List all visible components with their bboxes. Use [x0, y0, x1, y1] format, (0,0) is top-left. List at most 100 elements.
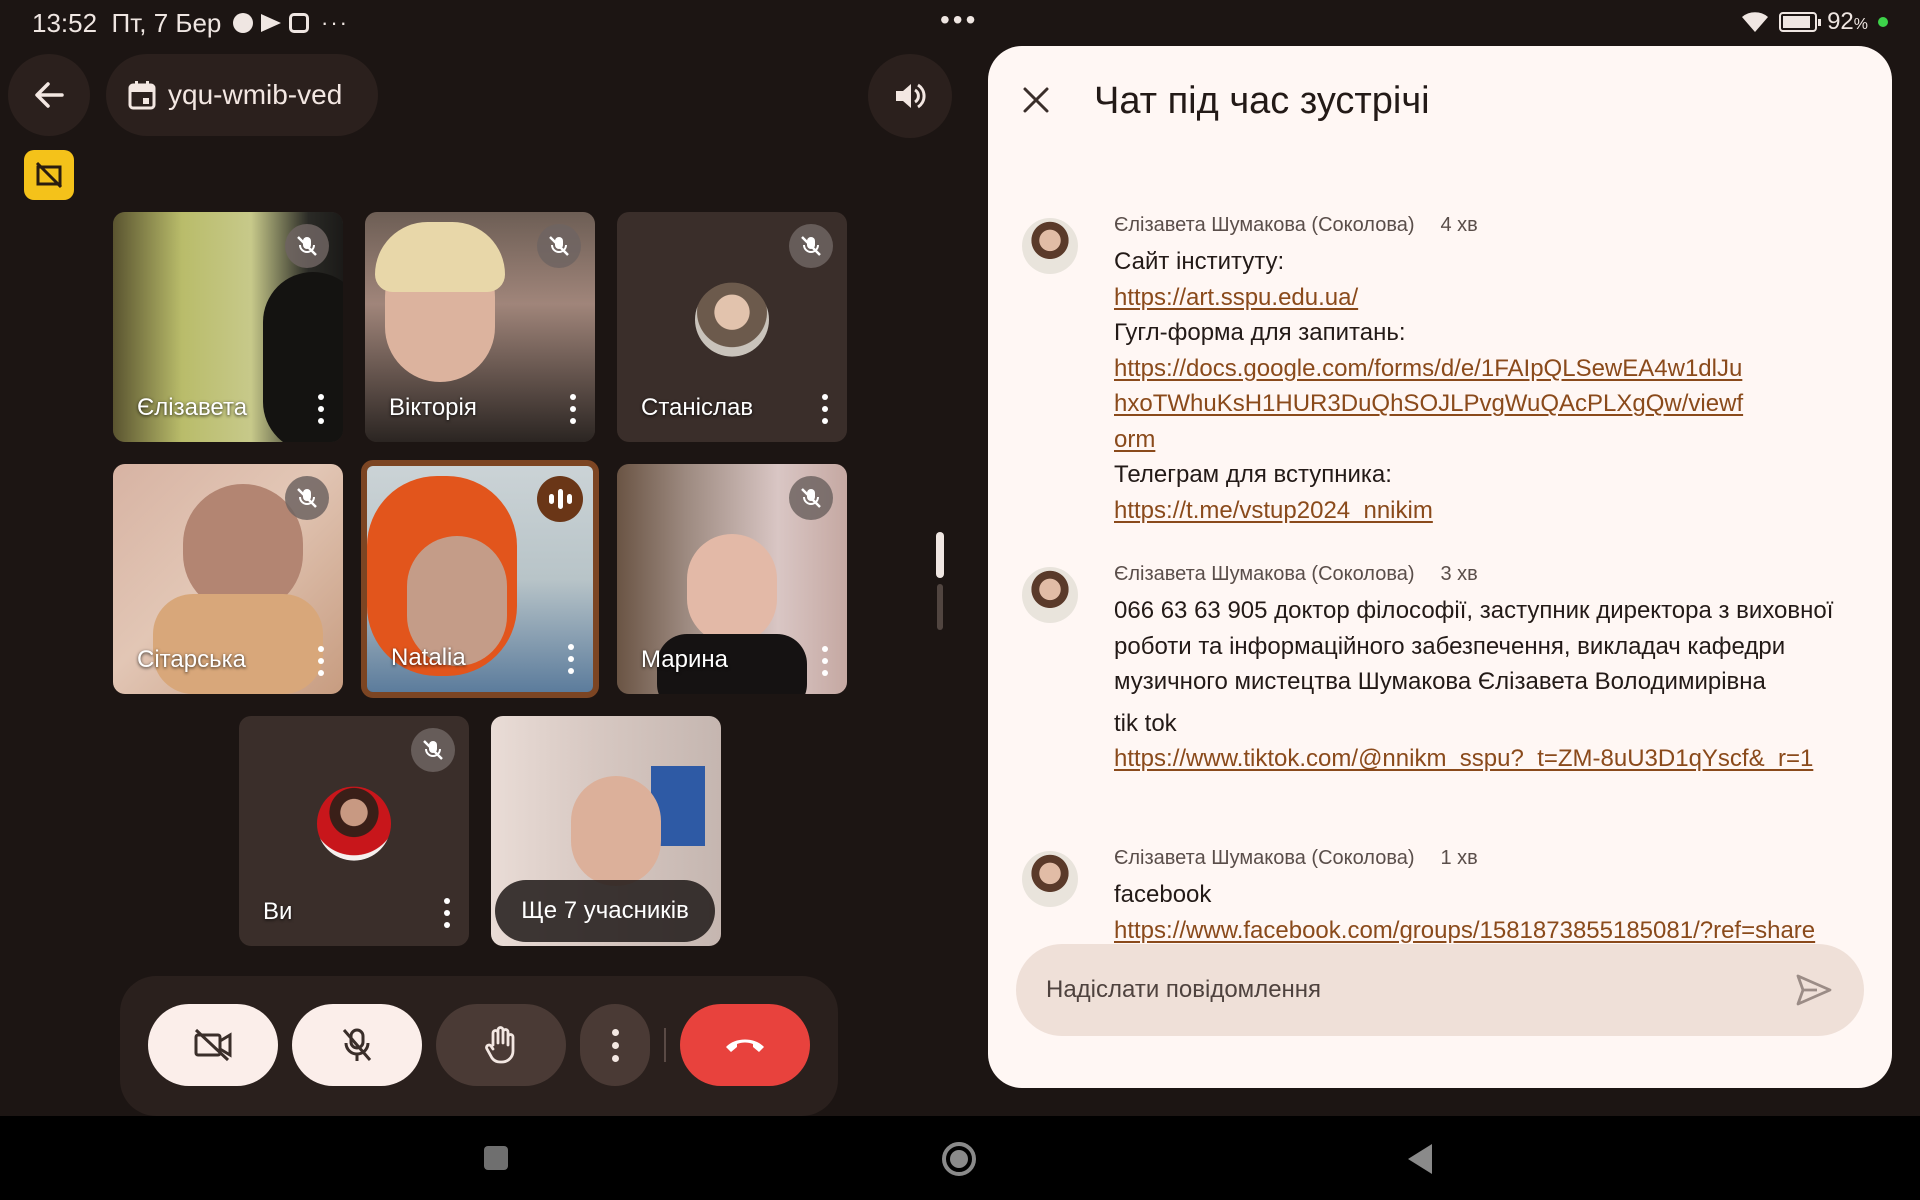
arrow-left-icon — [35, 82, 64, 108]
message-meta: Єлізавета Шумакова (Соколова) 3 хв — [1114, 563, 1478, 585]
chat-title: Чат під час зустрічі — [1094, 80, 1430, 122]
participant-tile[interactable]: Станіслав — [617, 212, 847, 442]
status-time-date: 13:52 Пт, 7 Бер — [32, 8, 222, 38]
participant-name: Natalia — [391, 644, 466, 671]
message-body: Сайт інституту: https://art.sspu.edu.ua/… — [1114, 244, 1854, 528]
status-bar: 13:52 Пт, 7 Бер ··· ••• 92% — [0, 0, 1920, 44]
avatar — [1022, 851, 1078, 907]
camera-toggle-button[interactable] — [148, 1004, 278, 1086]
message-text: Гугл-форма для запитань: — [1114, 319, 1406, 346]
message-text: facebook — [1114, 881, 1212, 908]
participant-name: Сітарська — [137, 646, 246, 673]
microphone-toggle-button[interactable] — [292, 1004, 422, 1086]
more-participants-label: Ще 7 учасників — [495, 880, 715, 942]
message-link[interactable]: https://art.sspu.edu.ua/ — [1114, 280, 1854, 316]
message-link[interactable]: https://www.facebook.com/groups/15818738… — [1114, 913, 1854, 949]
video-figure — [263, 272, 343, 442]
muted-mic-icon — [285, 224, 329, 268]
participant-name: Станіслав — [641, 394, 754, 421]
speaking-indicator-icon — [537, 476, 583, 522]
more-participants-tile[interactable]: Ще 7 учасників — [491, 716, 721, 946]
system-indicators: 92% — [1741, 8, 1888, 36]
chat-messages-list[interactable]: Єлізавета Шумакова (Соколова) 4 хв Сайт і… — [988, 166, 1892, 976]
muted-mic-icon — [285, 476, 329, 520]
participant-name: Ви — [263, 898, 293, 925]
back-nav-button[interactable] — [1408, 1144, 1432, 1174]
more-vert-icon — [611, 1028, 619, 1062]
messenger-icon — [233, 13, 253, 33]
avatar — [317, 786, 391, 861]
message-link[interactable]: https://t.me/vstup2024_nnikim — [1114, 493, 1854, 529]
more-notifications-indicator: ··· — [321, 10, 349, 35]
multiwindow-handle[interactable]: ••• — [940, 4, 978, 36]
message-body: 066 63 63 905 доктор філософії, заступни… — [1114, 593, 1854, 777]
instagram-icon — [289, 13, 309, 33]
in-call-chat-panel: Чат під час зустрічі Єлізавета Шумакова … — [988, 46, 1892, 1088]
hang-up-icon — [726, 1039, 764, 1052]
raise-hand-button[interactable] — [436, 1004, 566, 1086]
message-link[interactable]: https://docs.google.com/forms/d/e/1FAIpQ… — [1114, 351, 1744, 458]
hand-icon — [485, 1026, 515, 1064]
wifi-icon — [1741, 11, 1769, 33]
participant-name: Вікторія — [389, 394, 477, 421]
mic-off-icon — [342, 1028, 372, 1061]
no-video-icon — [35, 161, 63, 189]
close-chat-button[interactable] — [1016, 80, 1056, 120]
message-text: 066 63 63 905 доктор філософії, заступни… — [1114, 597, 1834, 695]
battery-percent: 92% — [1827, 8, 1868, 35]
close-icon — [1023, 87, 1049, 113]
battery-icon — [1779, 12, 1822, 32]
video-face — [571, 776, 661, 886]
recents-button[interactable] — [484, 1146, 508, 1170]
participant-name: Єлізавета — [137, 394, 248, 421]
message-link[interactable]: https://www.tiktok.com/@nnikm_sspu?_t=ZM… — [1114, 741, 1854, 777]
avatar — [1022, 567, 1078, 623]
scrollbar-thumb[interactable] — [936, 532, 944, 578]
message-text: Телеграм для вступника: — [1114, 461, 1392, 488]
system-navigation-bar — [0, 1116, 1920, 1200]
audio-output-button[interactable] — [868, 54, 952, 138]
more-options-icon[interactable] — [567, 644, 575, 674]
more-options-icon[interactable] — [317, 646, 325, 676]
muted-mic-icon — [789, 224, 833, 268]
video-face — [687, 534, 777, 644]
avatar — [1022, 218, 1078, 274]
chat-header: Чат під час зустрічі — [988, 46, 1892, 156]
muted-mic-icon — [537, 224, 581, 268]
participant-tile[interactable]: Єлізавета — [113, 212, 343, 442]
chat-input-bar — [1016, 944, 1864, 1036]
video-off-icon — [194, 1028, 232, 1062]
participant-tile[interactable]: Сітарська — [113, 464, 343, 694]
more-actions-button[interactable] — [580, 1004, 650, 1086]
muted-mic-icon — [789, 476, 833, 520]
more-options-icon[interactable] — [821, 394, 829, 424]
camera-off-badge[interactable] — [24, 150, 74, 200]
more-options-icon[interactable] — [821, 646, 829, 676]
message-input[interactable] — [1046, 944, 1746, 1036]
participant-tile-self[interactable]: Ви — [239, 716, 469, 946]
more-options-icon[interactable] — [443, 898, 451, 928]
meeting-code: yqu-wmib-ved — [168, 79, 343, 110]
video-scarf — [153, 594, 323, 694]
participant-tile-active-speaker[interactable]: Natalia — [361, 460, 599, 698]
more-options-icon[interactable] — [317, 394, 325, 424]
call-controls-bar — [120, 976, 838, 1116]
message-meta: Єлізавета Шумакова (Соколова) 4 хв — [1114, 214, 1478, 236]
calendar-icon — [128, 81, 156, 110]
home-button[interactable] — [942, 1142, 976, 1176]
scrollbar-track — [937, 584, 943, 630]
speaker-icon — [896, 83, 926, 109]
notification-icons: ··· — [233, 10, 349, 36]
message-text: Сайт інституту: — [1114, 248, 1285, 275]
meeting-info-button[interactable]: yqu-wmib-ved — [106, 54, 378, 136]
end-call-button[interactable] — [680, 1004, 810, 1086]
participant-tile[interactable]: Марина — [617, 464, 847, 694]
participant-name: Марина — [641, 646, 728, 673]
message-text: tik tok — [1114, 709, 1177, 737]
participant-tile[interactable]: Вікторія — [365, 212, 595, 442]
more-options-icon[interactable] — [569, 394, 577, 424]
avatar — [695, 282, 769, 357]
send-button[interactable] — [1792, 968, 1836, 1012]
telegram-icon — [261, 14, 281, 32]
back-button[interactable] — [8, 54, 90, 136]
